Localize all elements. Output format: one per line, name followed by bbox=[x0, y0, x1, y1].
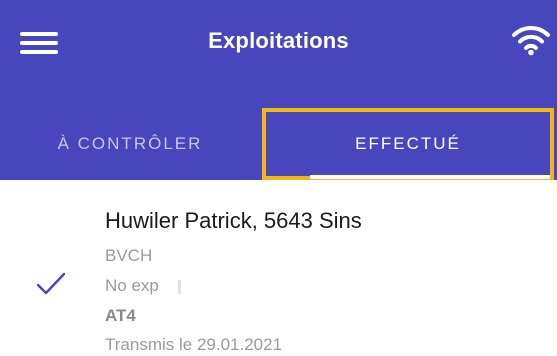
text-cursor-ghost bbox=[178, 280, 181, 294]
top-bar: Exploitations bbox=[0, 0, 557, 86]
tab-a-controler[interactable]: À CONTRÔLER bbox=[0, 108, 260, 180]
list-item[interactable]: Huwiler Patrick, 5643 Sins BVCH No exp A… bbox=[0, 180, 557, 356]
menu-line bbox=[20, 32, 58, 36]
check-icon bbox=[36, 272, 66, 295]
tab-bar: À CONTRÔLER EFFECTUÉ bbox=[0, 108, 557, 180]
app-header: Exploitations À CONTRÔLER EFFECTUÉ bbox=[0, 0, 557, 180]
exploitation-number: No exp bbox=[105, 276, 159, 295]
tab-label: EFFECTUÉ bbox=[355, 134, 461, 153]
menu-line bbox=[20, 41, 58, 45]
category-code: AT4 bbox=[105, 306, 136, 325]
transmission-date: Transmis le 29.01.2021 bbox=[105, 335, 283, 354]
active-tab-indicator bbox=[310, 175, 550, 179]
wifi-icon bbox=[512, 25, 550, 56]
page-title: Exploitations bbox=[208, 28, 349, 53]
hamburger-menu-icon[interactable] bbox=[20, 30, 62, 56]
farm-name: Huwiler Patrick, 5643 Sins bbox=[105, 208, 362, 233]
tab-effectue[interactable]: EFFECTUÉ bbox=[262, 108, 554, 180]
tab-label: À CONTRÔLER bbox=[57, 134, 203, 153]
app-screen: Exploitations À CONTRÔLER EFFECTUÉ Huwil… bbox=[0, 0, 557, 356]
menu-line bbox=[20, 50, 58, 54]
organization-label: BVCH bbox=[105, 246, 153, 265]
